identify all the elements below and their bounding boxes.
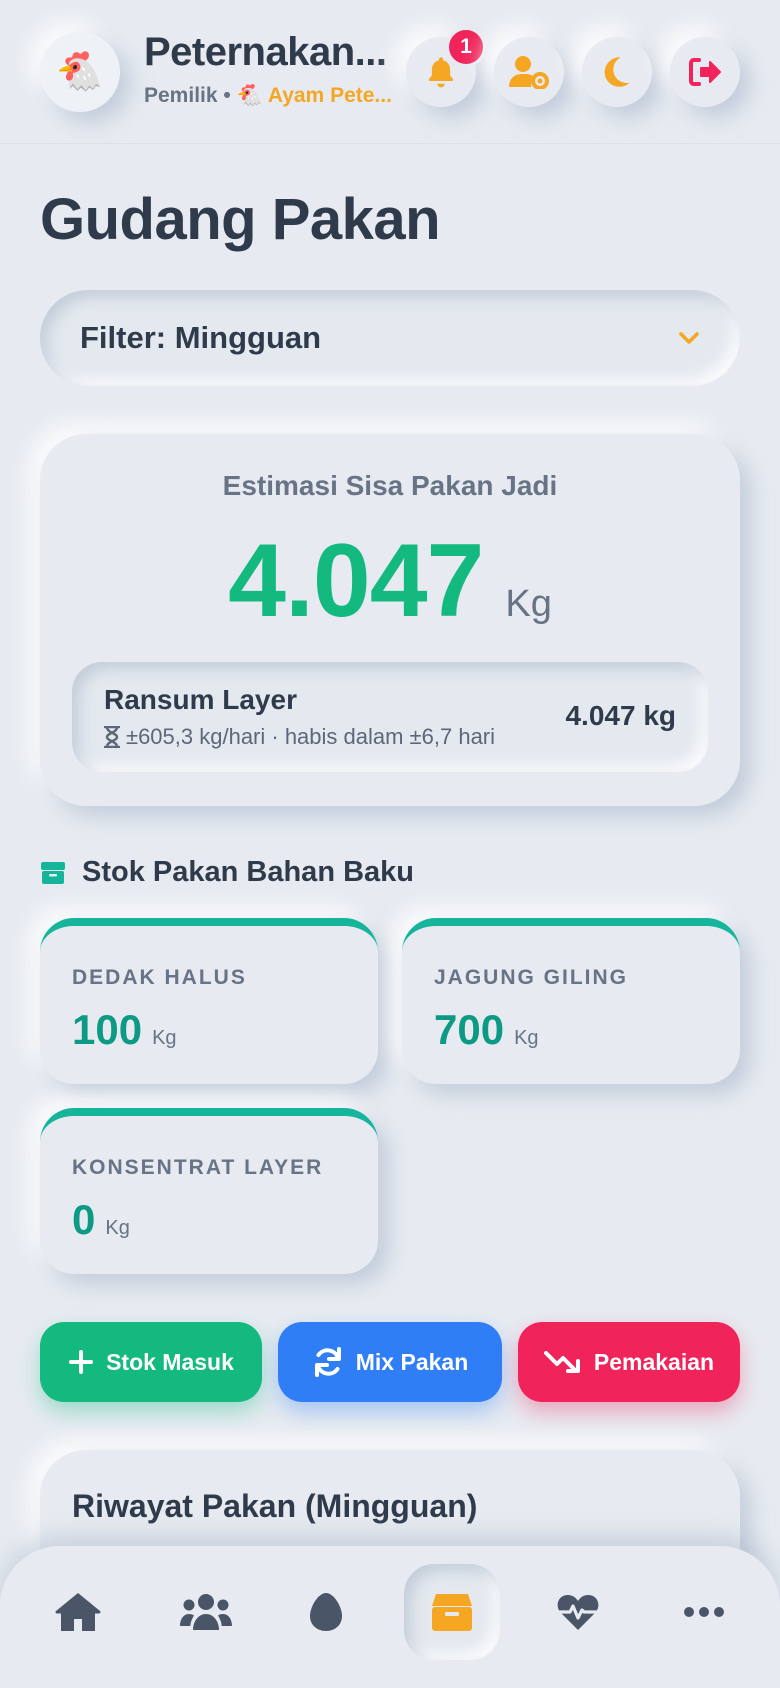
mix-feed-button[interactable]: Mix Pakan	[278, 1322, 502, 1402]
filter-label: Filter: Mingguan	[80, 320, 322, 355]
home-icon	[55, 1593, 101, 1631]
nav-eggs[interactable]	[278, 1564, 374, 1660]
heartbeat-icon	[557, 1594, 599, 1630]
period-filter-select[interactable]: Filter: Mingguan	[40, 290, 740, 386]
stock-unit: Kg	[105, 1217, 130, 1239]
ransum-quantity: 4.047 kg	[565, 700, 676, 731]
stock-label: JAGUNG GILING	[434, 966, 629, 989]
box-icon	[432, 1594, 472, 1631]
moon-icon	[604, 57, 630, 87]
dark-mode-button[interactable]	[582, 37, 652, 107]
ransum-info-text: ±605,3 kg/hari · habis dalam ±6,7 hari	[126, 724, 496, 749]
app-header: 🐔 Peternakan... Pemilik • 🐔 Ayam Pete...…	[0, 0, 780, 144]
farm-name[interactable]: Peternakan...	[144, 30, 400, 75]
stock-in-label: Stok Masuk	[106, 1348, 234, 1375]
user-gear-icon	[509, 56, 549, 89]
notification-badge: 1	[446, 27, 486, 67]
nav-home[interactable]	[30, 1564, 126, 1660]
usage-button[interactable]: Pemakaian	[518, 1322, 740, 1402]
user-settings-button[interactable]	[494, 37, 564, 107]
refresh-icon	[314, 1347, 341, 1377]
trend-down-icon	[543, 1351, 580, 1373]
ransum-usage-info: ±605,3 kg/hari · habis dalam ±6,7 hari	[104, 724, 495, 750]
chicken-icon: 🐔	[56, 51, 104, 93]
stock-value: 0	[72, 1196, 96, 1243]
plus-icon	[69, 1350, 94, 1374]
farm-logo[interactable]: 🐔	[40, 32, 120, 112]
page-title: Gudang Pakan	[40, 187, 441, 252]
stock-card[interactable]: DEDAK HALUS 100 Kg	[40, 918, 378, 1084]
ransum-row: Ransum Layer ±605,3 kg/hari · habis dala…	[72, 662, 708, 772]
users-icon	[180, 1594, 232, 1630]
estimate-value: 4.047	[228, 523, 484, 639]
more-icon	[684, 1607, 724, 1617]
stock-label: DEDAK HALUS	[72, 966, 247, 989]
egg-icon	[310, 1593, 342, 1631]
usage-label: Pemakaian	[593, 1348, 715, 1375]
stock-in-button[interactable]: Stok Masuk	[40, 1322, 262, 1402]
ransum-name: Ransum Layer	[104, 684, 297, 715]
box-icon	[41, 861, 65, 884]
notification-button[interactable]: 1	[406, 27, 486, 107]
stock-card[interactable]: KONSENTRAT LAYER 0 Kg	[40, 1108, 378, 1274]
stock-value: 100	[72, 1006, 143, 1053]
nav-more[interactable]	[656, 1564, 752, 1660]
nav-health[interactable]	[530, 1564, 626, 1660]
stock-value-row: 700 Kg	[434, 1006, 539, 1054]
chevron-down-icon	[679, 332, 699, 344]
farm-type-icon: 🐔	[236, 84, 263, 107]
hourglass-icon	[104, 726, 120, 748]
history-title: Riwayat Pakan (Mingguan)	[72, 1488, 478, 1524]
stock-section-title: Stok Pakan Bahan Baku	[40, 856, 414, 889]
logout-icon	[689, 58, 721, 86]
stock-value: 700	[434, 1006, 505, 1053]
stock-unit: Kg	[514, 1027, 539, 1049]
section-title-text: Stok Pakan Bahan Baku	[82, 856, 414, 888]
stock-value-row: 0 Kg	[72, 1196, 130, 1244]
bottom-navigation	[0, 1546, 780, 1688]
nav-feed-warehouse[interactable]	[404, 1564, 500, 1660]
farm-type: Ayam Pete...	[267, 84, 392, 107]
stock-label: KONSENTRAT LAYER	[72, 1156, 324, 1179]
user-role: Pemilik	[144, 84, 218, 107]
stock-card[interactable]: JAGUNG GILING 700 Kg	[402, 918, 740, 1084]
farm-subtitle: Pemilik • 🐔 Ayam Pete...	[144, 84, 400, 108]
estimate-title: Estimasi Sisa Pakan Jadi	[222, 470, 558, 501]
estimate-unit: Kg	[505, 583, 552, 625]
stock-unit: Kg	[152, 1027, 177, 1049]
mix-feed-label: Mix Pakan	[355, 1348, 469, 1375]
nav-users[interactable]	[158, 1564, 254, 1660]
stock-value-row: 100 Kg	[72, 1006, 177, 1054]
estimate-value-row: 4.047 Kg	[40, 522, 740, 641]
feed-estimate-card: Estimasi Sisa Pakan Jadi 4.047 Kg Ransum…	[40, 434, 740, 806]
subtitle-separator: •	[223, 84, 231, 107]
logout-button[interactable]	[670, 37, 740, 107]
